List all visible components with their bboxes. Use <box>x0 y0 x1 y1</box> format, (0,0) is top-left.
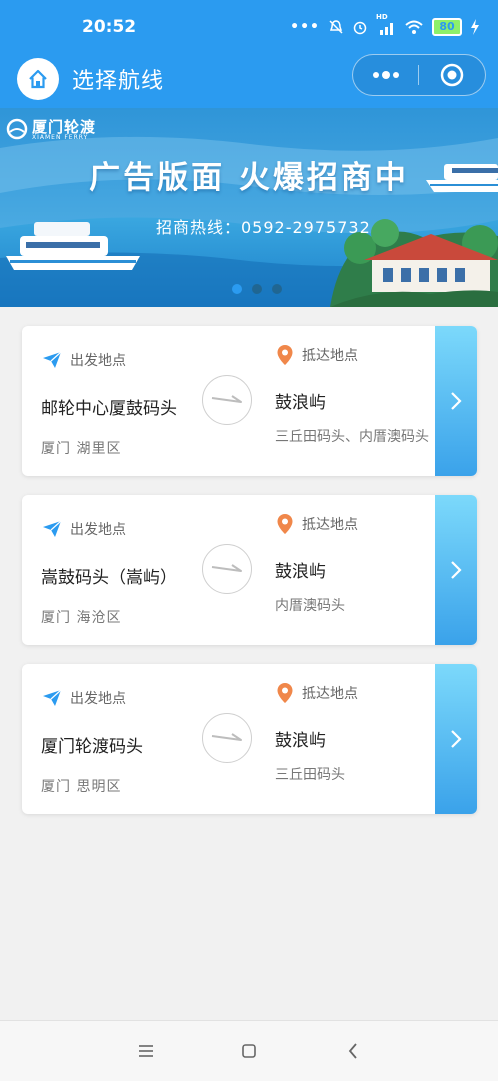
square-icon <box>242 1044 256 1058</box>
arrival-pier: 三丘田码头 <box>275 767 345 783</box>
status-icons: ••• HD 80 <box>290 13 480 36</box>
miniprogram-capsule <box>352 54 486 96</box>
select-route-button[interactable] <box>435 326 477 476</box>
select-route-button[interactable] <box>435 495 477 645</box>
departure-name: 厦门轮渡码头 <box>41 737 143 757</box>
route-card[interactable]: 出发地点 邮轮中心厦鼓码头 厦门 湖里区 抵达地点 鼓浪屿 三丘田码头、内厝澳码… <box>22 326 477 476</box>
departure-region: 厦门 海沧区 <box>41 610 122 626</box>
status-bar: 20:52 ••• HD 80 <box>0 0 498 50</box>
departure-name: 邮轮中心厦鼓码头 <box>41 399 177 419</box>
recent-apps-button[interactable] <box>134 1039 158 1063</box>
chevron-right-icon <box>451 392 462 410</box>
arrival-name: 鼓浪屿 <box>275 731 326 751</box>
paper-plane-icon <box>43 689 62 706</box>
chevron-left-icon <box>348 1043 357 1059</box>
location-pin-icon <box>277 514 293 534</box>
arrival-label: 抵达地点 <box>302 686 358 702</box>
chevron-right-icon <box>451 561 462 579</box>
status-time: 20:52 <box>82 17 137 37</box>
ad-banner[interactable]: 厦门轮渡 XIAMEN FERRY 广告版面 火爆招商中 招商热线：0592-2… <box>0 108 498 307</box>
paper-plane-icon <box>43 351 62 368</box>
logo-text-en: XIAMEN FERRY <box>32 134 89 141</box>
location-pin-icon <box>277 345 293 365</box>
select-route-button[interactable] <box>435 664 477 814</box>
route-arrow-icon <box>202 544 252 594</box>
alarm-icon <box>353 21 367 35</box>
banner-hotline: 招商热线：0592-2975732 <box>156 218 371 237</box>
route-arrow-icon <box>202 375 252 425</box>
mute-alarm-icon <box>329 20 343 34</box>
route-card[interactable]: 出发地点 厦门轮渡码头 厦门 思明区 抵达地点 鼓浪屿 三丘田码头 <box>22 664 477 814</box>
more-button[interactable] <box>353 55 418 95</box>
system-nav-bar <box>0 1020 498 1081</box>
more-dots-icon: ••• <box>290 19 320 35</box>
arrival-label-row: 抵达地点 <box>276 513 358 535</box>
ferry-logo-icon <box>6 118 28 140</box>
carousel-dot[interactable] <box>272 284 282 294</box>
home-system-button[interactable] <box>237 1039 261 1063</box>
arrival-label: 抵达地点 <box>302 517 358 533</box>
arrival-label: 抵达地点 <box>302 348 358 364</box>
departure-label: 出发地点 <box>70 353 126 369</box>
carousel-dot[interactable] <box>252 284 262 294</box>
departure-label: 出发地点 <box>70 691 126 707</box>
arrival-pier: 三丘田码头、内厝澳码头 <box>275 429 429 445</box>
departure-region: 厦门 思明区 <box>41 779 122 795</box>
departure-name: 嵩鼓码头（嵩屿） <box>41 568 177 588</box>
signal-icon: HD <box>376 13 396 35</box>
charging-icon <box>471 19 479 35</box>
chevron-right-icon <box>451 730 462 748</box>
route-arrow-icon <box>202 713 252 763</box>
more-icon <box>372 71 399 79</box>
arrival-label-row: 抵达地点 <box>276 682 358 704</box>
banner-headline: 广告版面 火爆招商中 <box>89 160 409 196</box>
departure-label-row: 出发地点 <box>42 350 126 370</box>
location-pin-icon <box>277 683 293 703</box>
home-icon <box>29 69 47 89</box>
departure-region: 厦门 湖里区 <box>41 441 122 457</box>
departure-label-row: 出发地点 <box>42 519 126 539</box>
wifi-icon <box>405 20 423 34</box>
arrival-name: 鼓浪屿 <box>275 562 326 582</box>
menu-icon <box>139 1045 153 1057</box>
arrival-pier: 内厝澳码头 <box>275 598 345 614</box>
back-button[interactable] <box>341 1039 365 1063</box>
target-close-icon <box>440 63 464 87</box>
home-button[interactable] <box>17 58 59 100</box>
close-miniprogram-button[interactable] <box>419 55 485 95</box>
departure-label-row: 出发地点 <box>42 688 126 708</box>
arrival-name: 鼓浪屿 <box>275 393 326 413</box>
departure-label: 出发地点 <box>70 522 126 538</box>
carousel-dot-active[interactable] <box>232 284 242 294</box>
nav-bar: 选择航线 <box>0 50 498 108</box>
paper-plane-icon <box>43 520 62 537</box>
route-card[interactable]: 出发地点 嵩鼓码头（嵩屿） 厦门 海沧区 抵达地点 鼓浪屿 内厝澳码头 <box>22 495 477 645</box>
battery-icon: 80 <box>432 18 462 36</box>
arrival-label-row: 抵达地点 <box>276 344 358 366</box>
page-title: 选择航线 <box>72 69 165 94</box>
carousel-indicator <box>232 284 282 294</box>
